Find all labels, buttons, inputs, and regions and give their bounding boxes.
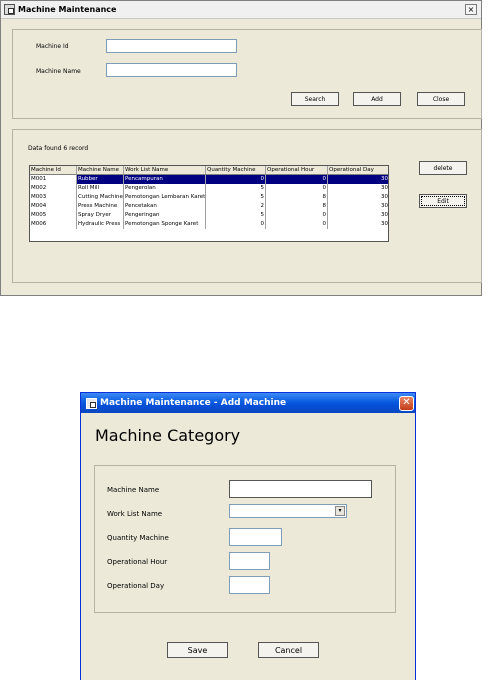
column-header[interactable]: Work List Name	[124, 166, 206, 175]
machine-id-label: Machine Id	[36, 43, 69, 50]
table-row[interactable]: M002 Roll Mill Pengerolan 5 0 30	[30, 184, 388, 193]
cell-work-list: Pemotongan Lembaran Karet	[125, 193, 206, 202]
search-button[interactable]: Search	[291, 92, 339, 106]
chevron-down-icon[interactable]: ▾	[335, 506, 345, 516]
machine-name-input[interactable]	[229, 480, 372, 498]
cell-operational-hour: 0	[266, 211, 328, 220]
app-icon	[4, 4, 15, 15]
column-header[interactable]: Quantity Machine	[206, 166, 266, 175]
cell-machine-id: M004	[30, 202, 77, 211]
grid-header: Machine Id Machine Name Work List Name Q…	[30, 166, 388, 175]
add-machine-window: Machine Maintenance - Add Machine ✕ Mach…	[80, 392, 416, 680]
edit-button[interactable]: Edit	[419, 194, 467, 208]
operational-hour-input[interactable]	[229, 552, 270, 570]
cell-machine-name: Cutting Machine	[78, 193, 124, 202]
cell-machine-name: Hydraulic Press	[77, 220, 124, 229]
quantity-label: Quantity Machine	[107, 534, 169, 542]
machine-grid[interactable]: Machine Id Machine Name Work List Name Q…	[29, 165, 389, 242]
cell-operational-day: 30	[328, 184, 388, 193]
work-list-label: Work List Name	[107, 510, 163, 518]
cell-work-list: Pencampuran	[124, 175, 206, 184]
cell-quantity: 0	[206, 175, 266, 184]
table-row[interactable]: M004 Press Machine Pencetakan 2 8 30	[30, 202, 388, 211]
delete-button[interactable]: delete	[419, 161, 467, 175]
cell-work-list: Pemotongan Sponge Karet	[124, 220, 206, 229]
add-button[interactable]: Add	[353, 92, 401, 106]
page-title: Machine Category	[95, 426, 241, 445]
cell-work-list: Pencetakan	[124, 202, 206, 211]
operational-hour-label: Operational Hour	[107, 558, 168, 566]
close-button[interactable]: Close	[417, 92, 465, 106]
quantity-input[interactable]	[229, 528, 282, 546]
machine-id-input[interactable]	[106, 39, 237, 53]
cell-quantity: 5	[206, 193, 266, 202]
cell-machine-id: M002	[30, 184, 77, 193]
close-window-icon[interactable]: ✕	[399, 396, 414, 411]
cell-operational-day: 30	[328, 220, 388, 229]
cell-operational-hour: 0	[266, 220, 328, 229]
close-window-icon[interactable]: ×	[465, 4, 477, 15]
table-row[interactable]: M005 Spray Dryer Pengeringan 5 0 30	[30, 211, 388, 220]
search-group	[12, 29, 482, 119]
cell-operational-hour: 8	[266, 193, 328, 202]
cell-operational-hour: 8	[266, 202, 328, 211]
title-bar: Machine Maintenance ×	[1, 1, 481, 19]
cell-machine-id: M003	[30, 193, 77, 202]
cell-operational-day: 30	[328, 193, 388, 202]
window-title: Machine Maintenance	[18, 5, 117, 14]
column-header[interactable]: Operational Day	[328, 166, 388, 175]
cell-work-list: Pengeringan	[124, 211, 206, 220]
save-button[interactable]: Save	[167, 642, 228, 658]
status-text: Data found 6 record	[28, 145, 89, 152]
table-row[interactable]: M006 Hydraulic Press Pemotongan Sponge K…	[30, 220, 388, 229]
cancel-button[interactable]: Cancel	[258, 642, 319, 658]
cell-quantity: 0	[206, 220, 266, 229]
cell-machine-name: Roll Mill	[77, 184, 124, 193]
cell-machine-id: M005	[30, 211, 77, 220]
cell-quantity: 5	[206, 211, 266, 220]
machine-name-label: Machine Name	[36, 68, 81, 75]
cell-operational-day: 30	[328, 175, 388, 184]
machine-maintenance-window: Machine Maintenance × Machine Id Machine…	[0, 0, 482, 296]
cell-machine-id: M001	[30, 175, 77, 184]
operational-day-input[interactable]	[229, 576, 270, 594]
column-header[interactable]: Machine Name	[77, 166, 124, 175]
column-header[interactable]: Machine Id	[30, 166, 77, 175]
cell-machine-name: Spray Dryer	[77, 211, 124, 220]
cell-operational-day: 30	[328, 202, 388, 211]
machine-name-label: Machine Name	[107, 486, 160, 494]
window-title: Machine Maintenance - Add Machine	[100, 398, 287, 408]
cell-operational-day: 30	[328, 211, 388, 220]
cell-machine-name: Rubber	[77, 175, 124, 184]
cell-work-list: Pengerolan	[124, 184, 206, 193]
work-list-dropdown[interactable]: ▾	[229, 504, 347, 518]
table-row[interactable]: M003 Cutting Machine Pemotongan Lembaran…	[30, 193, 388, 202]
cell-machine-id: M006	[30, 220, 77, 229]
operational-day-label: Operational Day	[107, 582, 165, 590]
column-header[interactable]: Operational Hour	[266, 166, 328, 175]
table-row[interactable]: M001 Rubber Pencampuran 0 0 30	[30, 175, 388, 184]
machine-name-input[interactable]	[106, 63, 237, 77]
cell-machine-name: Press Machine	[77, 202, 124, 211]
cell-quantity: 2	[206, 202, 266, 211]
cell-operational-hour: 0	[266, 184, 328, 193]
cell-operational-hour: 0	[266, 175, 328, 184]
title-bar: Machine Maintenance - Add Machine ✕	[81, 393, 415, 413]
cell-quantity: 5	[206, 184, 266, 193]
app-icon	[86, 398, 97, 409]
